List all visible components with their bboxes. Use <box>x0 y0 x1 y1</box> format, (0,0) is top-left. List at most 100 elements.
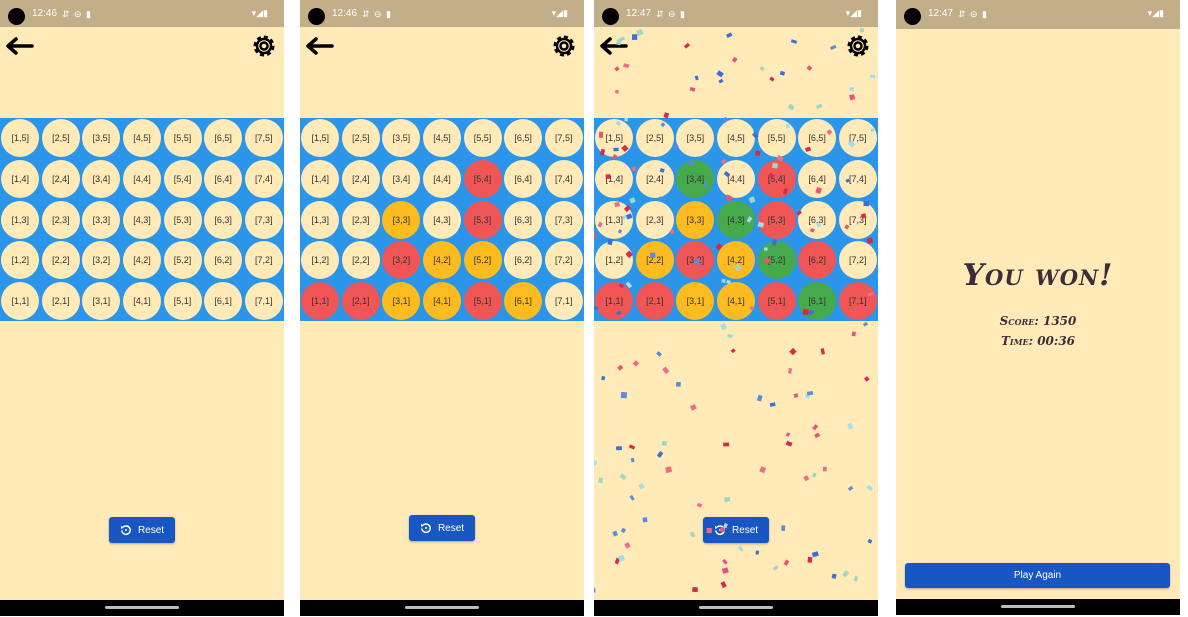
board-cell[interactable]: [5,2] <box>163 241 202 280</box>
board-cell[interactable]: [5,2] <box>757 241 796 280</box>
board-cell[interactable]: [1,3] <box>595 200 634 239</box>
board-cell[interactable]: [4,3] <box>716 200 755 239</box>
board-cell[interactable]: [6,5] <box>798 119 837 158</box>
gear-icon[interactable] <box>844 32 872 60</box>
home-indicator[interactable] <box>1001 605 1075 608</box>
board-cell[interactable]: [3,5] <box>382 119 421 158</box>
board-cell[interactable]: [1,4] <box>1 159 40 198</box>
board-cell[interactable]: [4,5] <box>122 119 161 158</box>
board-cell[interactable]: [2,1] <box>41 281 80 320</box>
board-cell[interactable]: [3,3] <box>82 200 121 239</box>
board-cell[interactable]: [1,5] <box>301 119 340 158</box>
board-cell[interactable]: [4,1] <box>716 281 755 320</box>
board-cell[interactable]: [1,5] <box>595 119 634 158</box>
board-cell[interactable]: [7,2] <box>544 241 583 280</box>
board-cell[interactable]: [3,4] <box>382 159 421 198</box>
board-cell[interactable]: [3,4] <box>82 159 121 198</box>
reset-button[interactable]: Reset <box>109 517 175 543</box>
board-cell[interactable]: [7,4] <box>838 159 877 198</box>
board-cell[interactable]: [7,5] <box>244 119 283 158</box>
board-cell[interactable]: [1,1] <box>1 281 40 320</box>
board-cell[interactable]: [7,1] <box>544 281 583 320</box>
board-cell[interactable]: [1,2] <box>1 241 40 280</box>
board-cell[interactable]: [4,2] <box>422 241 461 280</box>
board-cell[interactable]: [5,2] <box>463 241 502 280</box>
board-cell[interactable]: [2,5] <box>341 119 380 158</box>
board-cell[interactable]: [5,4] <box>463 159 502 198</box>
board-cell[interactable]: [5,3] <box>163 200 202 239</box>
board-cell[interactable]: [2,4] <box>635 159 674 198</box>
board-cell[interactable]: [4,2] <box>716 241 755 280</box>
board-cell[interactable]: [6,3] <box>504 200 543 239</box>
board-cell[interactable]: [2,2] <box>341 241 380 280</box>
board-cell[interactable]: [4,1] <box>422 281 461 320</box>
board-cell[interactable]: [7,4] <box>544 159 583 198</box>
board-cell[interactable]: [7,4] <box>244 159 283 198</box>
board-cell[interactable]: [6,2] <box>504 241 543 280</box>
board-cell[interactable]: [3,5] <box>676 119 715 158</box>
board-cell[interactable]: [4,3] <box>422 200 461 239</box>
play-again-button[interactable]: Play Again <box>905 563 1170 588</box>
board-cell[interactable]: [5,5] <box>757 119 796 158</box>
board-cell[interactable]: [2,3] <box>341 200 380 239</box>
board-cell[interactable]: [7,2] <box>838 241 877 280</box>
board-cell[interactable]: [4,5] <box>422 119 461 158</box>
home-indicator[interactable] <box>405 606 479 609</box>
board-cell[interactable]: [5,5] <box>463 119 502 158</box>
board-cell[interactable]: [1,2] <box>595 241 634 280</box>
board-cell[interactable]: [7,3] <box>244 200 283 239</box>
gear-icon[interactable] <box>550 32 578 60</box>
board-cell[interactable]: [2,4] <box>41 159 80 198</box>
board-cell[interactable]: [1,4] <box>301 159 340 198</box>
board-cell[interactable]: [1,3] <box>1 200 40 239</box>
back-arrow-icon[interactable] <box>598 36 628 56</box>
board-cell[interactable]: [1,4] <box>595 159 634 198</box>
board-cell[interactable]: [1,2] <box>301 241 340 280</box>
board-cell[interactable]: [4,2] <box>122 241 161 280</box>
board-cell[interactable]: [6,3] <box>204 200 243 239</box>
board-cell[interactable]: [2,1] <box>341 281 380 320</box>
board-cell[interactable]: [4,4] <box>122 159 161 198</box>
board-cell[interactable]: [6,1] <box>204 281 243 320</box>
board-cell[interactable]: [6,4] <box>504 159 543 198</box>
board-cell[interactable]: [5,3] <box>463 200 502 239</box>
board-cell[interactable]: [6,2] <box>204 241 243 280</box>
board-cell[interactable]: [5,1] <box>757 281 796 320</box>
board-cell[interactable]: [4,5] <box>716 119 755 158</box>
board-cell[interactable]: [3,1] <box>676 281 715 320</box>
board-cell[interactable]: [7,3] <box>838 200 877 239</box>
back-arrow-icon[interactable] <box>4 36 34 56</box>
board-cell[interactable]: [4,4] <box>716 159 755 198</box>
board-cell[interactable]: [2,5] <box>41 119 80 158</box>
board-cell[interactable]: [2,4] <box>341 159 380 198</box>
home-indicator[interactable] <box>105 606 179 609</box>
board-cell[interactable]: [7,5] <box>544 119 583 158</box>
board-cell[interactable]: [6,1] <box>504 281 543 320</box>
board-cell[interactable]: [4,3] <box>122 200 161 239</box>
board-cell[interactable]: [5,1] <box>463 281 502 320</box>
board-cell[interactable]: [3,3] <box>676 200 715 239</box>
back-arrow-icon[interactable] <box>304 36 334 56</box>
board-cell[interactable]: [3,2] <box>82 241 121 280</box>
board-cell[interactable]: [5,5] <box>163 119 202 158</box>
board-cell[interactable]: [3,1] <box>382 281 421 320</box>
board-cell[interactable]: [2,5] <box>635 119 674 158</box>
board-cell[interactable]: [3,2] <box>676 241 715 280</box>
board-cell[interactable]: [6,5] <box>504 119 543 158</box>
board-cell[interactable]: [1,3] <box>301 200 340 239</box>
board-cell[interactable]: [6,3] <box>798 200 837 239</box>
board-cell[interactable]: [5,3] <box>757 200 796 239</box>
board-cell[interactable]: [6,4] <box>204 159 243 198</box>
board-cell[interactable]: [7,2] <box>244 241 283 280</box>
board-cell[interactable]: [4,1] <box>122 281 161 320</box>
board-cell[interactable]: [7,5] <box>838 119 877 158</box>
board-cell[interactable]: [1,1] <box>595 281 634 320</box>
board-cell[interactable]: [2,3] <box>41 200 80 239</box>
board-cell[interactable]: [1,1] <box>301 281 340 320</box>
board-cell[interactable]: [6,5] <box>204 119 243 158</box>
reset-button[interactable]: Reset <box>703 517 769 543</box>
board-cell[interactable]: [2,2] <box>635 241 674 280</box>
board-cell[interactable]: [7,1] <box>244 281 283 320</box>
board-cell[interactable]: [2,3] <box>635 200 674 239</box>
board-cell[interactable]: [4,4] <box>422 159 461 198</box>
